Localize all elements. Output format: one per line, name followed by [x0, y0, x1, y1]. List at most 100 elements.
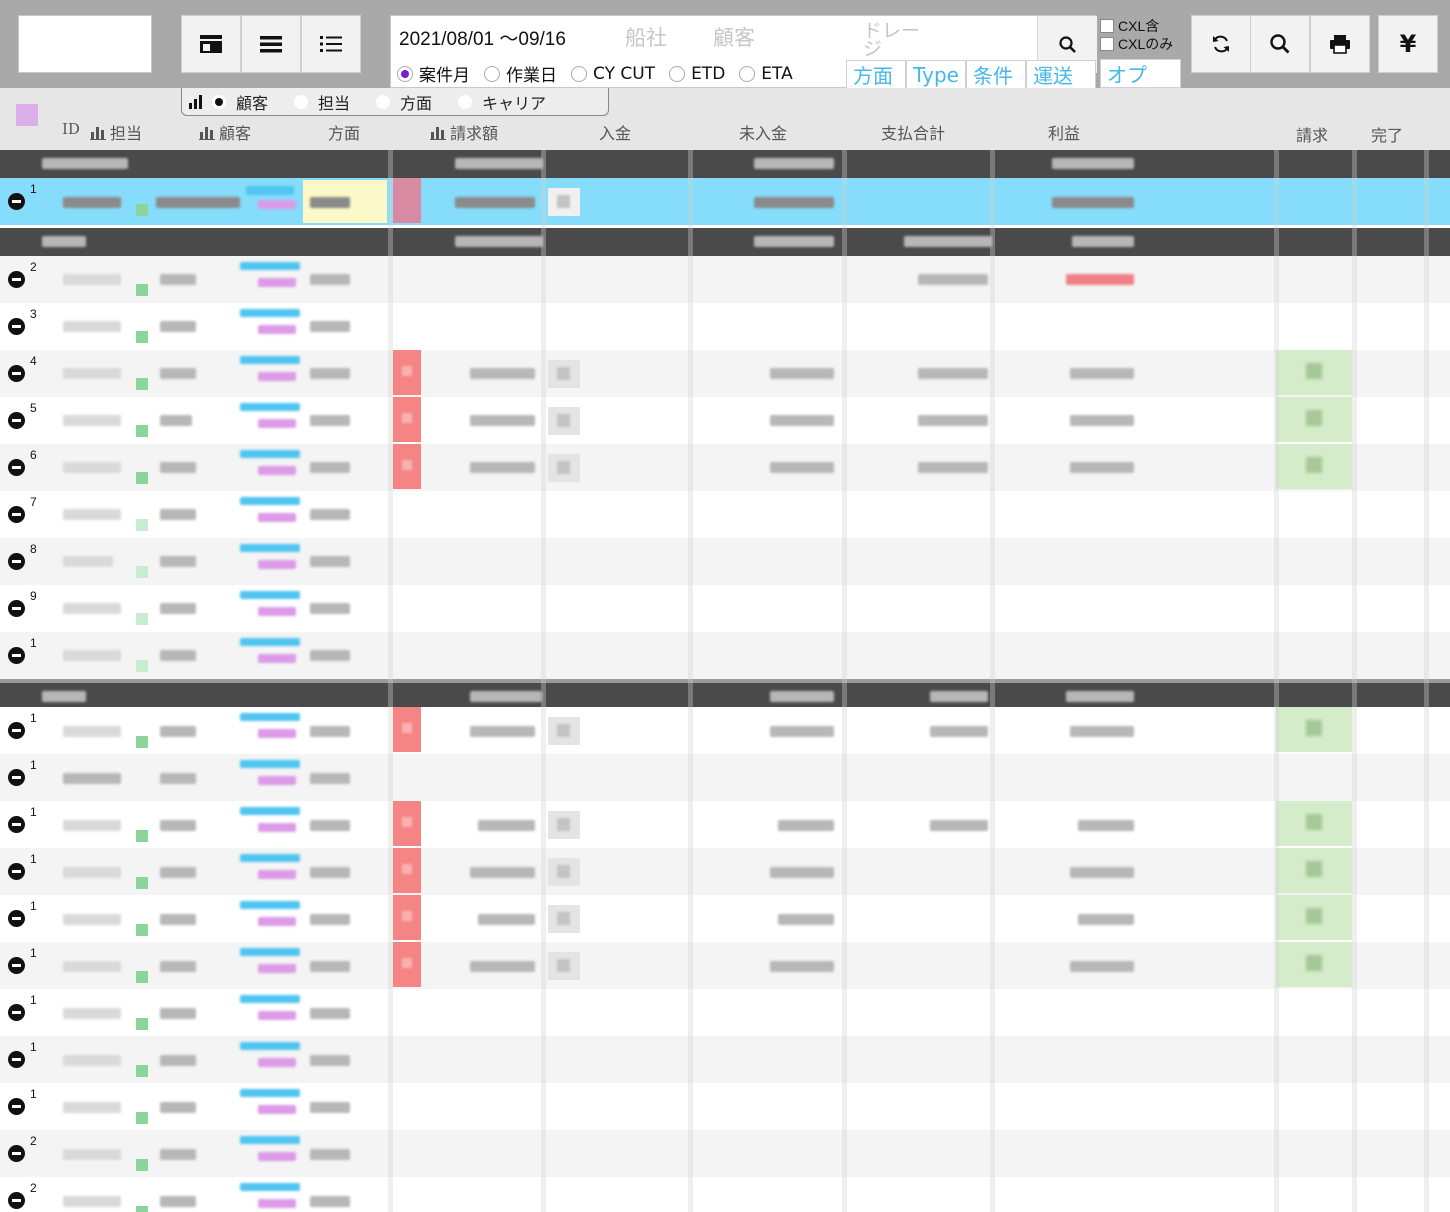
group-header-row[interactable] — [0, 228, 1450, 256]
list-bullets-button[interactable] — [301, 15, 361, 73]
table-row[interactable]: 1 — [0, 632, 1450, 679]
col-header-id[interactable]: ID — [62, 120, 80, 138]
invoice-status-cell[interactable] — [1276, 444, 1352, 489]
radio-date-type-4[interactable]: ETD — [669, 64, 725, 84]
remove-row-icon[interactable] — [8, 553, 25, 570]
remove-row-icon[interactable] — [8, 1192, 25, 1209]
table-row[interactable]: 1 — [0, 942, 1450, 989]
col-header-payment-total[interactable]: 支払合計 — [881, 120, 945, 144]
date-range-input[interactable]: 2021/08/01 ～09/16 — [399, 24, 566, 51]
payment-status-icon[interactable] — [548, 188, 580, 216]
remove-row-icon[interactable] — [8, 412, 25, 429]
tab-transport[interactable]: 運送 — [1026, 60, 1096, 89]
remove-row-icon[interactable] — [8, 365, 25, 382]
invoice-status-cell[interactable] — [1276, 895, 1352, 940]
group-by-customer[interactable]: 顧客 — [212, 90, 268, 114]
table-row[interactable]: 7 — [0, 491, 1450, 538]
payment-status-icon[interactable] — [548, 407, 580, 435]
table-row[interactable]: 1 — [0, 848, 1450, 895]
group-header-row[interactable] — [0, 679, 1450, 707]
group-by-staff[interactable]: 担当 — [294, 90, 350, 114]
table-row[interactable]: 4 — [0, 350, 1450, 397]
payment-status-icon[interactable] — [548, 905, 580, 933]
payment-status-icon[interactable] — [548, 454, 580, 482]
invoice-status-cell[interactable] — [1276, 707, 1352, 752]
remove-row-icon[interactable] — [8, 1098, 25, 1115]
remove-row-icon[interactable] — [8, 863, 25, 880]
group-header-row[interactable] — [0, 150, 1450, 178]
col-header-staff[interactable]: 担当 — [90, 120, 142, 144]
remove-row-icon[interactable] — [8, 600, 25, 617]
invoice-status-cell[interactable] — [1276, 942, 1352, 987]
tab-condition[interactable]: 条件 — [966, 60, 1026, 89]
payment-status-icon[interactable] — [548, 952, 580, 980]
col-header-direction[interactable]: 方面 — [328, 120, 360, 144]
table-row[interactable]: 1 — [0, 178, 1450, 225]
table-row[interactable]: 1 — [0, 801, 1450, 848]
tab-options[interactable]: オプ — [1100, 59, 1181, 88]
print-button[interactable] — [1310, 15, 1370, 73]
table-row[interactable]: 8 — [0, 538, 1450, 585]
cxl-include-checkbox[interactable]: CXL含 — [1100, 17, 1173, 35]
remove-row-icon[interactable] — [8, 722, 25, 739]
table-row[interactable]: 2 — [0, 1130, 1450, 1177]
invoice-status-cell[interactable] — [1276, 848, 1352, 893]
remove-row-icon[interactable] — [8, 1051, 25, 1068]
table-row[interactable]: 6 — [0, 444, 1450, 491]
radio-date-type-5[interactable]: ETA — [739, 64, 793, 84]
group-by-direction[interactable]: 方面 — [376, 90, 432, 114]
refresh-button[interactable] — [1191, 15, 1251, 73]
table-row[interactable]: 3 — [0, 303, 1450, 350]
search-button[interactable] — [1250, 15, 1310, 73]
table-row[interactable]: 1 — [0, 1036, 1450, 1083]
remove-row-icon[interactable] — [8, 647, 25, 664]
col-header-customer[interactable]: 顧客 — [199, 120, 251, 144]
customer-input[interactable]: 顧客 — [713, 22, 755, 52]
table-row[interactable]: 5 — [0, 397, 1450, 444]
invoice-status-cell[interactable] — [1276, 801, 1352, 846]
tab-type[interactable]: Type — [906, 60, 966, 89]
remove-row-icon[interactable] — [8, 769, 25, 786]
invoice-status-cell[interactable] — [1276, 397, 1352, 442]
group-by-carrier[interactable]: キャリア — [458, 90, 546, 114]
remove-row-icon[interactable] — [8, 318, 25, 335]
col-header-done[interactable]: 完了 — [1371, 122, 1403, 146]
drayage-input[interactable]: ドレージ — [863, 22, 925, 56]
cxl-only-checkbox[interactable]: CXLのみ — [1100, 35, 1173, 53]
table-row[interactable]: 2 — [0, 256, 1450, 303]
table-row[interactable]: 9 — [0, 585, 1450, 632]
remove-row-icon[interactable] — [8, 459, 25, 476]
payment-status-icon[interactable] — [548, 717, 580, 745]
col-header-received[interactable]: 入金 — [599, 120, 631, 144]
remove-row-icon[interactable] — [8, 1145, 25, 1162]
invoice-status-cell[interactable] — [1276, 350, 1352, 395]
remove-row-icon[interactable] — [8, 957, 25, 974]
col-header-billing[interactable]: 請求額 — [430, 120, 498, 144]
payment-status-icon[interactable] — [548, 811, 580, 839]
payment-status-icon[interactable] — [548, 360, 580, 388]
table-row[interactable]: 1 — [0, 754, 1450, 801]
col-header-invoice[interactable]: 請求 — [1296, 122, 1328, 146]
ship-company-input[interactable]: 船社 — [625, 22, 667, 52]
list-rows-button[interactable] — [241, 15, 301, 73]
radio-date-type-2[interactable]: 作業日 — [484, 61, 557, 86]
remove-row-icon[interactable] — [8, 1004, 25, 1021]
remove-row-icon[interactable] — [8, 271, 25, 288]
radio-date-type-3[interactable]: CY CUT — [571, 64, 655, 84]
table-row[interactable]: 1 — [0, 1083, 1450, 1130]
payment-status-icon[interactable] — [548, 858, 580, 886]
tab-direction[interactable]: 方面 — [846, 60, 906, 89]
layout-header-button[interactable] — [181, 15, 241, 73]
table-row[interactable]: 1 — [0, 895, 1450, 942]
table-row[interactable]: 1 — [0, 989, 1450, 1036]
remove-row-icon[interactable] — [8, 816, 25, 833]
table-row[interactable]: 1 — [0, 707, 1450, 754]
remove-row-icon[interactable] — [8, 193, 25, 210]
table-row[interactable]: 2 — [0, 1177, 1450, 1212]
remove-row-icon[interactable] — [8, 506, 25, 523]
radio-date-type-1[interactable]: 案件月 — [397, 61, 470, 86]
col-header-profit[interactable]: 利益 — [1048, 120, 1080, 144]
billing-button[interactable]: ¥ — [1378, 15, 1438, 73]
col-header-unreceived[interactable]: 未入金 — [739, 120, 787, 144]
remove-row-icon[interactable] — [8, 910, 25, 927]
